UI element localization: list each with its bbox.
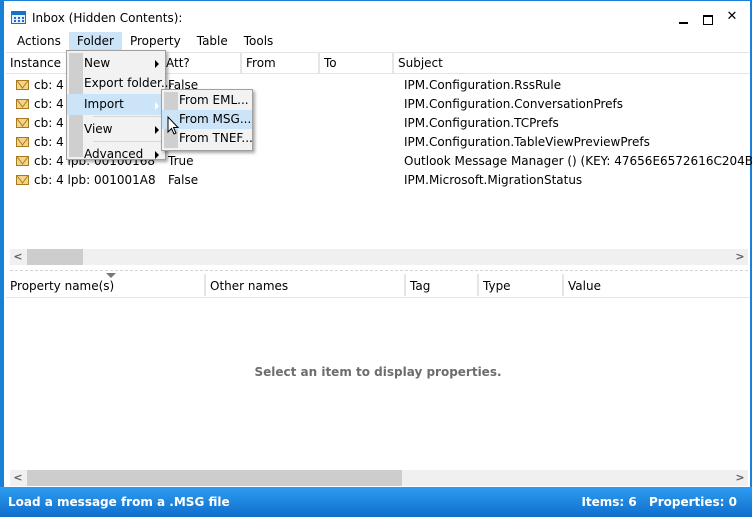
scroll-right-arrow-icon[interactable]: > [732, 249, 748, 265]
cell-subject: IPM.Configuration.TableViewPreviewPrefs [404, 135, 650, 149]
properties-horizontal-scrollbar[interactable]: < > [10, 470, 748, 486]
scroll-thumb[interactable] [27, 470, 402, 486]
contents-horizontal-scrollbar[interactable]: < > [10, 249, 748, 265]
minimize-button[interactable] [672, 7, 696, 27]
menu-item-label: From MSG... [179, 112, 252, 126]
menu-item-import[interactable]: Import [67, 94, 165, 115]
menu-folder[interactable]: Folder [68, 32, 122, 51]
menu-table[interactable]: Table [189, 32, 236, 51]
column-header-other-names[interactable]: Other names [206, 274, 406, 296]
envelope-icon [16, 80, 29, 90]
menu-item-label: Import [84, 97, 124, 111]
menu-item-label: From EML... [179, 93, 249, 107]
column-header-label: Property name(s) [10, 279, 115, 293]
menu-item-label: View [84, 122, 113, 136]
cell-att: True [168, 154, 194, 168]
menu-item-new[interactable]: New [67, 52, 165, 74]
cell-subject: Outlook Message Manager () (KEY: 47656E6… [404, 154, 752, 168]
sort-descending-icon [106, 273, 116, 278]
folder-menu: New Export folder... Import View Advance… [66, 50, 172, 161]
scroll-thumb[interactable] [27, 249, 83, 265]
scroll-right-arrow-icon[interactable]: > [732, 470, 748, 486]
properties-table-header: Property name(s) Other names Tag Type Va… [6, 273, 750, 298]
window-title: Inbox (Hidden Contents): [32, 11, 183, 25]
table-row[interactable]: cb: 4 lpb: 001001A8 False IPM.Microsoft.Mi… [6, 171, 750, 190]
envelope-icon [16, 118, 29, 128]
close-button[interactable]: ✕ [720, 7, 744, 27]
cell-instance-key: cb: 4 lpb: 001001A8 [34, 173, 156, 187]
menu-property[interactable]: Property [122, 32, 189, 51]
submenu-arrow-icon [155, 126, 159, 134]
menu-item-export-folder[interactable]: Export folder... [67, 74, 172, 94]
cell-att: False [168, 173, 199, 187]
menu-item-view[interactable]: View [67, 118, 165, 140]
cell-subject: IPM.Microsoft.MigrationStatus [404, 173, 583, 187]
app-table-icon [11, 11, 26, 24]
column-header-tag[interactable]: Tag [406, 274, 479, 296]
scroll-left-arrow-icon[interactable]: < [10, 470, 26, 486]
column-header-subject[interactable]: Subject [394, 53, 750, 74]
column-header-att[interactable]: Att? [162, 53, 242, 74]
properties-table: Property name(s) Other names Tag Type Va… [6, 272, 750, 486]
menu-bar: Actions Folder Property Table Tools [4, 32, 281, 51]
menu-item-label: New [84, 56, 111, 70]
cell-subject: IPM.Configuration.TCPrefs [404, 116, 559, 130]
envelope-icon [16, 137, 29, 147]
menu-item-advanced[interactable]: Advanced [67, 143, 165, 165]
scroll-left-arrow-icon[interactable]: < [10, 249, 26, 265]
cell-subject: IPM.Configuration.RssRule [404, 78, 562, 92]
mouse-pointer-icon [167, 116, 180, 135]
maximize-button[interactable] [696, 7, 720, 27]
menu-actions[interactable]: Actions [4, 32, 69, 51]
menu-item-label: Export folder... [84, 76, 173, 90]
menu-item-label: Advanced [84, 147, 144, 161]
column-header-from[interactable]: From [242, 53, 320, 74]
title-bar: Inbox (Hidden Contents): ✕ [4, 1, 750, 31]
menu-separator [93, 141, 165, 142]
envelope-icon [16, 99, 29, 109]
column-header-type[interactable]: Type [479, 274, 564, 296]
status-properties-count: Properties: 0 [648, 495, 737, 509]
empty-properties-message: Select an item to display properties. [254, 365, 502, 379]
column-header-value[interactable]: Value [564, 274, 750, 296]
menu-tools[interactable]: Tools [236, 32, 282, 51]
cell-subject: IPM.Configuration.ConversationPrefs [404, 97, 624, 111]
status-message: Load a message from a .MSG file [8, 495, 230, 509]
menu-separator [93, 116, 165, 117]
envelope-icon [16, 156, 29, 166]
menu-item-from-eml[interactable]: From EML... [162, 91, 252, 110]
envelope-icon [16, 175, 29, 185]
submenu-arrow-icon [155, 60, 159, 68]
status-items-count: Items: 6 [581, 495, 637, 509]
menu-item-label: From TNEF... [179, 131, 253, 145]
column-header-property-names[interactable]: Property name(s) [6, 273, 206, 296]
pane-splitter[interactable] [10, 270, 748, 271]
column-header-to[interactable]: To [320, 53, 394, 74]
submenu-arrow-icon [155, 102, 159, 110]
submenu-arrow-icon [155, 151, 159, 159]
status-bar: Load a message from a .MSG file Items: 6… [0, 487, 752, 517]
